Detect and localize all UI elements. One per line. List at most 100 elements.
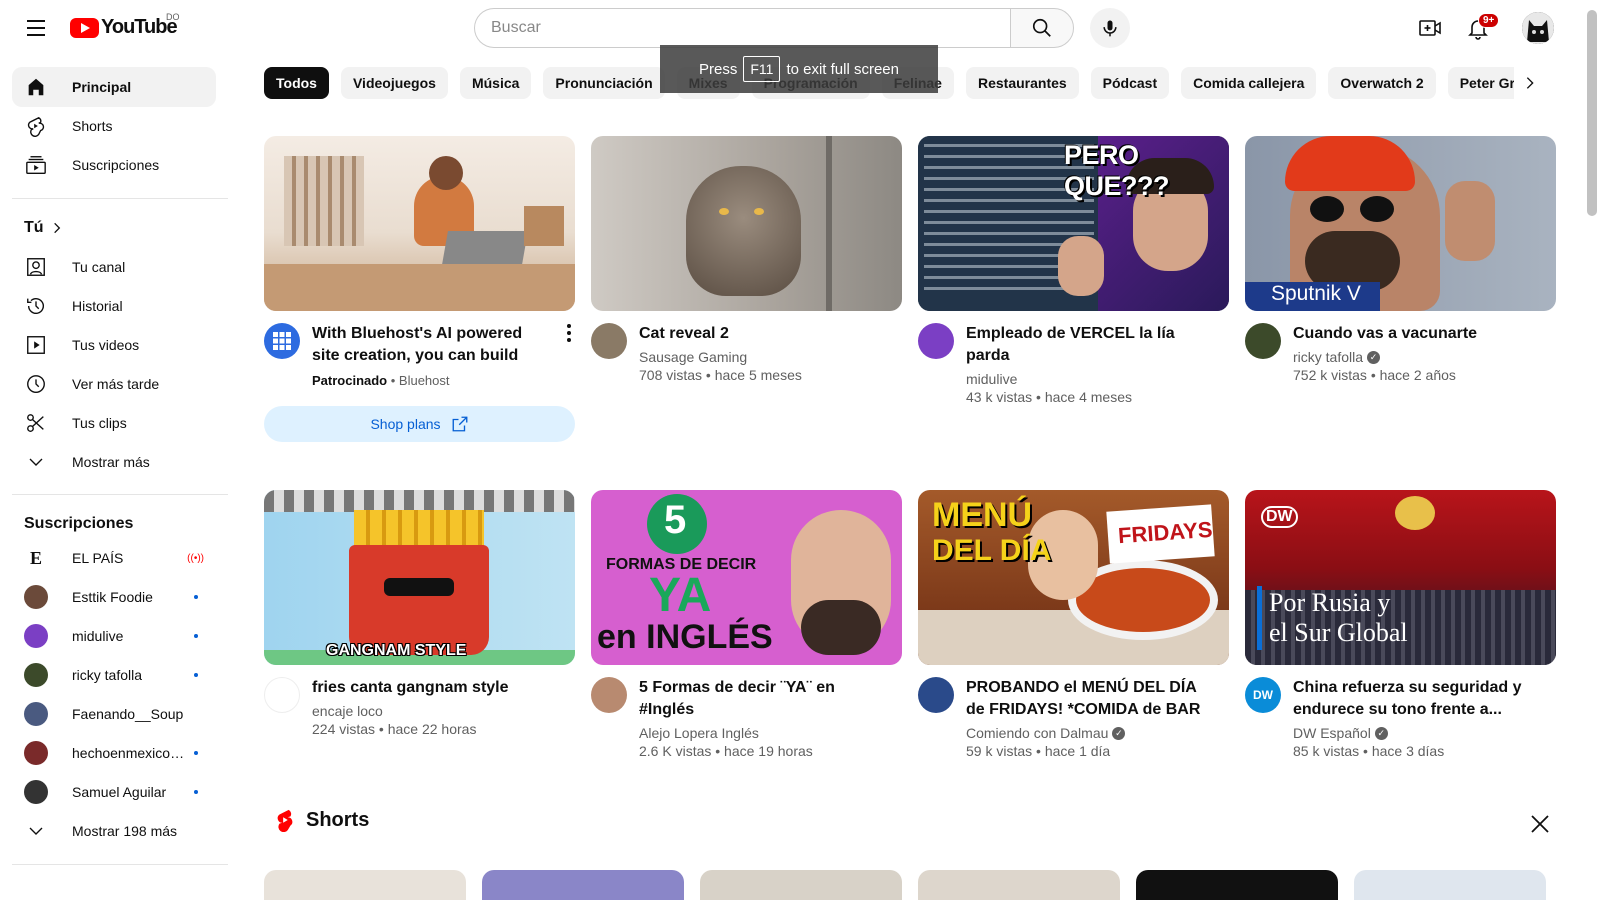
short-thumbnail[interactable]: [1136, 870, 1338, 900]
video-card[interactable]: Sputnik V Cuando vas a vacunarte ricky t…: [1245, 136, 1556, 383]
video-card[interactable]: PERO QUE??? Empleado de VERCEL la lía pa…: [918, 136, 1229, 405]
short-thumbnail[interactable]: [482, 870, 684, 900]
chevron-right-icon: [53, 222, 60, 234]
home-icon: [24, 75, 48, 99]
channel-name[interactable]: Comiendo con Dalmau: [966, 725, 1108, 741]
sidebar-item-your-channel[interactable]: Tu canal: [12, 247, 216, 287]
voice-search-button[interactable]: [1090, 8, 1130, 48]
channel-avatar[interactable]: [264, 677, 300, 713]
video-card[interactable]: GANGNAM STYLE fries canta gangnam style …: [264, 490, 575, 737]
video-thumbnail[interactable]: [264, 136, 575, 311]
channel-name[interactable]: Bluehost: [399, 373, 450, 388]
short-thumbnail[interactable]: [1354, 870, 1546, 900]
channel-avatar[interactable]: [591, 677, 627, 713]
sidebar-sub-hechoenmexico[interactable]: hechoenmexicoo...: [12, 733, 216, 773]
sidebar-show-more-subs[interactable]: Mostrar 198 más: [12, 811, 216, 851]
channel-name[interactable]: Sausage Gaming: [639, 349, 889, 365]
channel-avatar[interactable]: DW: [1245, 677, 1281, 713]
sidebar-sub-faenando-soup[interactable]: Faenando__Soup: [12, 694, 216, 734]
scrollbar[interactable]: [1584, 0, 1600, 900]
video-thumbnail[interactable]: GANGNAM STYLE: [264, 490, 575, 665]
sidebar-item-history[interactable]: Historial: [12, 286, 216, 326]
short-thumbnail[interactable]: [700, 870, 902, 900]
short-thumbnail[interactable]: [264, 870, 466, 900]
video-stats: 59 k vistas • hace 1 día: [966, 743, 1111, 759]
sidebar-item-your-clips[interactable]: Tus clips: [12, 403, 216, 443]
video-card[interactable]: 5 FORMAS DE DECIR YA en INGLÉS 5 Formas …: [591, 490, 902, 759]
thumbnail-text: 5: [664, 498, 687, 542]
chip-pronunciacion[interactable]: Pronunciación: [543, 67, 665, 99]
channel-avatar[interactable]: [918, 677, 954, 713]
sidebar-item-label: Mostrar 198 más: [72, 823, 178, 839]
video-title[interactable]: 5 Formas de decir ¨YA¨ en #Inglés: [639, 677, 889, 721]
thumbnail-text: MENÚ: [932, 496, 1033, 534]
scissors-icon: [24, 411, 48, 435]
sidebar-sub-esttik-foodie[interactable]: Esttik Foodie: [12, 577, 216, 617]
chip-todos[interactable]: Todos: [264, 67, 329, 99]
video-title[interactable]: China refuerza su seguridad y endurece s…: [1293, 677, 1543, 721]
sidebar-sub-samuel-aguilar[interactable]: Samuel Aguilar: [12, 772, 216, 812]
video-thumbnail[interactable]: FRIDAYS MENÚ DEL DÍA: [918, 490, 1229, 665]
video-card[interactable]: DW Por Rusia y el Sur Global DW China re…: [1245, 490, 1556, 759]
new-content-dot: [194, 673, 198, 677]
chip-musica[interactable]: Música: [459, 67, 532, 99]
channel-avatar[interactable]: [591, 323, 627, 359]
video-thumbnail[interactable]: PERO QUE???: [918, 136, 1229, 311]
video-thumbnail[interactable]: [591, 136, 902, 311]
channel-avatar: [24, 624, 48, 648]
thumbnail-text: DW: [1261, 506, 1298, 528]
video-title[interactable]: fries canta gangnam style: [312, 677, 562, 699]
channel-name[interactable]: ricky tafolla: [1293, 349, 1363, 365]
video-title[interactable]: PROBANDO el MENÚ DEL DÍA de FRIDAYS! *CO…: [966, 677, 1216, 721]
video-add-icon: [1419, 20, 1441, 36]
chips-next-button[interactable]: [1514, 67, 1546, 99]
scrollbar-thumb[interactable]: [1587, 10, 1597, 216]
video-title[interactable]: Empleado de VERCEL la lía parda: [966, 323, 1216, 367]
sidebar-sub-midulive[interactable]: midulive: [12, 616, 216, 656]
video-title[interactable]: With Bluehost's AI powered site creation…: [312, 323, 542, 367]
sidebar-item-your-videos[interactable]: Tus videos: [12, 325, 216, 365]
sidebar-item-show-more[interactable]: Mostrar más: [12, 442, 216, 482]
video-thumbnail[interactable]: Sputnik V: [1245, 136, 1556, 311]
fullscreen-notice-suffix: to exit full screen: [786, 60, 899, 78]
more-options-icon[interactable]: [567, 324, 571, 342]
channel-name[interactable]: Alejo Lopera Inglés: [639, 725, 889, 741]
video-card[interactable]: FRIDAYS MENÚ DEL DÍA PROBANDO el MENÚ DE…: [918, 490, 1229, 759]
history-icon: [24, 294, 48, 318]
video-card[interactable]: With Bluehost's AI powered site creation…: [264, 136, 575, 442]
sidebar-sub-el-pais[interactable]: E EL PAÍS ((•)): [12, 538, 216, 578]
chip-restaurantes[interactable]: Restaurantes: [965, 67, 1079, 99]
sidebar-item-home[interactable]: Principal: [12, 67, 216, 107]
short-thumbnail[interactable]: [918, 870, 1120, 900]
channel-name[interactable]: midulive: [966, 371, 1216, 387]
notifications-button[interactable]: 9+: [1462, 12, 1500, 44]
channel-avatar[interactable]: [1245, 323, 1281, 359]
create-button[interactable]: [1414, 12, 1446, 44]
video-title[interactable]: Cat reveal 2: [639, 323, 889, 345]
account-avatar[interactable]: [1522, 12, 1554, 44]
chip-comida-callejera[interactable]: Comida callejera: [1181, 67, 1317, 99]
shop-plans-button[interactable]: Shop plans: [264, 406, 575, 442]
sidebar-item-watch-later[interactable]: Ver más tarde: [12, 364, 216, 404]
sidebar-item-subscriptions[interactable]: Suscripciones: [12, 145, 216, 185]
channel-avatar[interactable]: [918, 323, 954, 359]
you-section-heading[interactable]: Tú: [24, 219, 64, 237]
channel-name[interactable]: encaje loco: [312, 703, 562, 719]
video-title[interactable]: Cuando vas a vacunarte: [1293, 323, 1543, 345]
sidebar-item-shorts[interactable]: Shorts: [12, 106, 216, 146]
channel-avatar[interactable]: [264, 323, 300, 359]
sidebar-sub-ricky-tafolla[interactable]: ricky tafolla: [12, 655, 216, 695]
youtube-logo[interactable]: YouTube DO: [70, 12, 180, 39]
channel-name[interactable]: DW Español: [1293, 725, 1371, 741]
chip-videojuegos[interactable]: Videojuegos: [340, 67, 448, 99]
video-card[interactable]: Cat reveal 2 Sausage Gaming 708 vistas •…: [591, 136, 902, 383]
search-input[interactable]: [474, 8, 1010, 48]
chip-podcast[interactable]: Pódcast: [1090, 67, 1170, 99]
video-thumbnail[interactable]: 5 FORMAS DE DECIR YA en INGLÉS: [591, 490, 902, 665]
video-thumbnail[interactable]: DW Por Rusia y el Sur Global: [1245, 490, 1556, 665]
menu-icon[interactable]: [20, 14, 52, 42]
search-button[interactable]: [1010, 8, 1074, 48]
chip-overwatch-2[interactable]: Overwatch 2: [1328, 67, 1436, 99]
close-icon[interactable]: [1528, 812, 1552, 836]
sidebar-item-label: ricky tafolla: [72, 667, 143, 683]
